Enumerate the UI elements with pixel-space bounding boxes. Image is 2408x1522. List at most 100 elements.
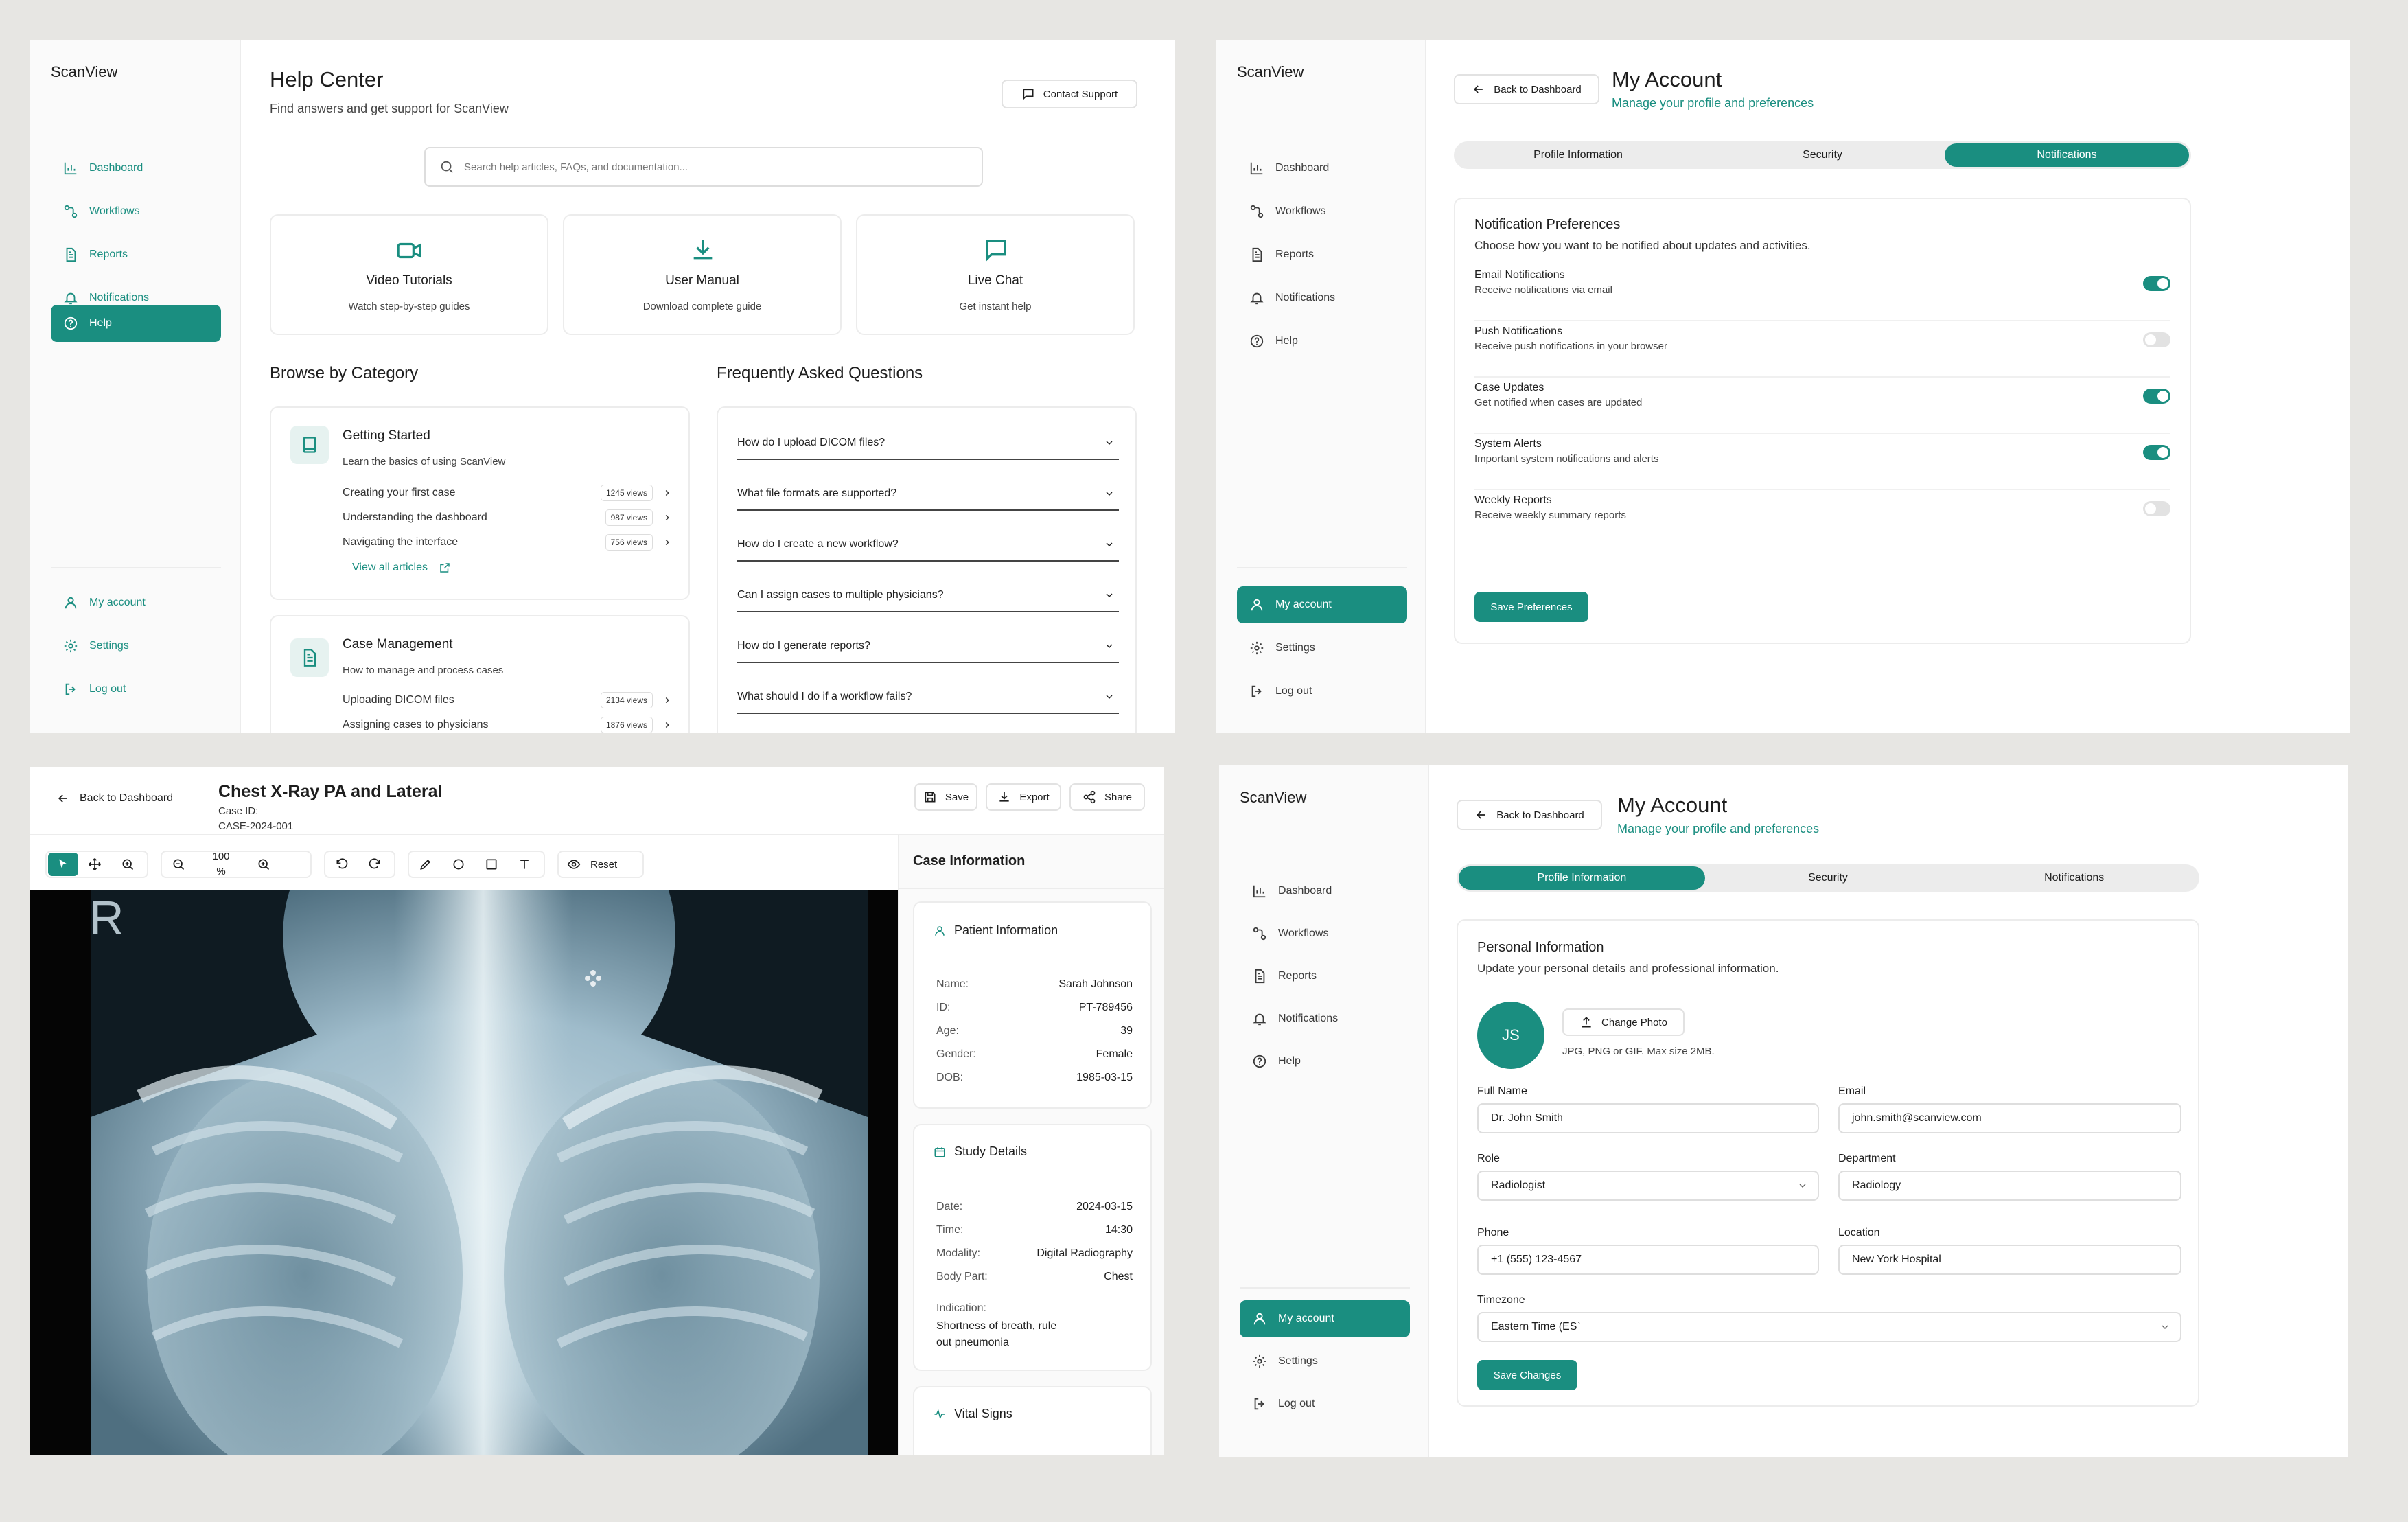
nav-logout[interactable]: Log out: [1237, 673, 1407, 710]
nav-reports[interactable]: Reports: [1237, 236, 1407, 273]
nav-settings[interactable]: Settings: [51, 627, 221, 665]
notification-toggle[interactable]: [2143, 332, 2170, 347]
save-changes-button[interactable]: Save Changes: [1477, 1360, 1577, 1390]
faq-item[interactable]: What should I do if a workflow fails?: [737, 681, 1119, 714]
workflow-icon: [1249, 204, 1264, 219]
tab-security[interactable]: Security: [1700, 143, 1945, 167]
nav-my-account[interactable]: My account: [1240, 1300, 1410, 1337]
nav-dashboard[interactable]: Dashboard: [1240, 873, 1410, 910]
notification-preferences-card: Notification Preferences Choose how you …: [1454, 198, 2191, 644]
logout-icon: [1249, 684, 1264, 699]
rotate-left-button[interactable]: [325, 852, 358, 877]
full-name-field[interactable]: Dr. John Smith: [1477, 1103, 1819, 1133]
role-select[interactable]: Radiologist: [1477, 1171, 1819, 1201]
email-field[interactable]: john.smith@scanview.com: [1838, 1103, 2181, 1133]
rectangle-tool[interactable]: [475, 852, 508, 877]
nav-workflows[interactable]: Workflows: [51, 193, 221, 230]
change-photo-button[interactable]: Change Photo: [1562, 1008, 1685, 1036]
back-to-dashboard-link[interactable]: Back to Dashboard: [56, 792, 173, 805]
faq-item[interactable]: How do I upload DICOM files?: [737, 427, 1119, 460]
zoom-tool[interactable]: [111, 852, 144, 877]
chevron-down-icon: [1104, 539, 1115, 550]
nav-settings[interactable]: Settings: [1237, 630, 1407, 667]
nav-notifications[interactable]: Notifications: [1237, 279, 1407, 316]
view-all-articles-link[interactable]: View all articles: [352, 562, 451, 574]
tab-profile-information[interactable]: Profile Information: [1459, 866, 1705, 890]
search-input[interactable]: [464, 161, 945, 173]
zoom-out-button[interactable]: [162, 852, 195, 877]
nav-dashboard[interactable]: Dashboard: [1237, 150, 1407, 187]
account-profile-panel: ScanView Dashboard Workflows Reports Not…: [1219, 765, 2348, 1457]
back-to-dashboard-button[interactable]: Back to Dashboard: [1454, 74, 1599, 104]
xray-image[interactable]: R: [30, 890, 898, 1455]
share-button[interactable]: Share: [1069, 783, 1145, 811]
notification-toggle[interactable]: [2143, 445, 2170, 460]
pointer-tool[interactable]: [48, 853, 78, 876]
faq-item[interactable]: Can I assign cases to multiple physician…: [737, 579, 1119, 612]
faq-item[interactable]: How do I generate reports?: [737, 630, 1119, 663]
notification-toggle[interactable]: [2143, 276, 2170, 291]
article-link[interactable]: Navigating the interface 756 views: [343, 534, 672, 551]
nav-notifications[interactable]: Notifications: [1240, 1000, 1410, 1037]
upload-icon: [1579, 1015, 1593, 1029]
faq-item[interactable]: How do I create a new workflow?: [737, 529, 1119, 562]
back-to-dashboard-button[interactable]: Back to Dashboard: [1457, 800, 1602, 830]
save-button[interactable]: Save: [914, 783, 977, 811]
browse-title: Browse by Category: [270, 364, 419, 382]
nav-help[interactable]: Help: [1237, 323, 1407, 360]
zoom-in-button[interactable]: [247, 852, 280, 877]
category-title: Case Management: [343, 637, 453, 652]
faq-item[interactable]: What file formats are supported?: [737, 478, 1119, 511]
nav-dashboard[interactable]: Dashboard: [51, 150, 221, 187]
nav-my-account[interactable]: My account: [1237, 586, 1407, 623]
workflow-icon: [1252, 926, 1267, 941]
export-button[interactable]: Export: [986, 783, 1061, 811]
logout-icon: [63, 682, 78, 697]
quick-card-live-chat[interactable]: Live Chat Get instant help: [856, 214, 1135, 335]
department-field[interactable]: Radiology: [1838, 1171, 2181, 1201]
nav-workflows[interactable]: Workflows: [1240, 915, 1410, 952]
nav-logout[interactable]: Log out: [1240, 1385, 1410, 1422]
nav-help[interactable]: Help: [1240, 1043, 1410, 1080]
save-preferences-button[interactable]: Save Preferences: [1474, 592, 1588, 622]
square-icon: [485, 857, 498, 871]
reset-button[interactable]: Reset: [557, 851, 644, 878]
phone-field[interactable]: +1 (555) 123-4567: [1477, 1245, 1819, 1275]
nav-settings[interactable]: Settings: [1240, 1343, 1410, 1380]
timezone-select[interactable]: Eastern Time (ES`: [1477, 1312, 2181, 1342]
nav-workflows[interactable]: Workflows: [1237, 193, 1407, 230]
nav-help[interactable]: Help: [51, 305, 221, 342]
draw-tool[interactable]: [409, 852, 442, 877]
video-icon: [396, 238, 422, 264]
account-tabs: Profile Information Security Notificatio…: [1457, 864, 2199, 892]
notification-toggle[interactable]: [2143, 501, 2170, 516]
notification-toggle[interactable]: [2143, 389, 2170, 404]
nav-logout[interactable]: Log out: [51, 671, 221, 708]
quick-card-user-manual[interactable]: User Manual Download complete guide: [563, 214, 842, 335]
quick-card-video-tutorials[interactable]: Video Tutorials Watch step-by-step guide…: [270, 214, 548, 335]
document-icon: [63, 247, 78, 262]
text-tool[interactable]: [508, 852, 541, 877]
location-field[interactable]: New York Hospital: [1838, 1245, 2181, 1275]
category-title: Getting Started: [343, 428, 430, 443]
circle-tool[interactable]: [442, 852, 475, 877]
notification-row: System Alerts Important system notificati…: [1474, 434, 2170, 490]
article-link[interactable]: Creating your first case 1245 views: [343, 485, 672, 501]
help-search[interactable]: [424, 147, 983, 187]
tab-security[interactable]: Security: [1705, 866, 1952, 890]
nav-reports[interactable]: Reports: [1240, 958, 1410, 995]
tab-profile-information[interactable]: Profile Information: [1456, 143, 1700, 167]
article-link[interactable]: Understanding the dashboard 987 views: [343, 509, 672, 526]
category-card-getting-started: Getting Started Learn the basics of usin…: [270, 406, 690, 600]
article-link[interactable]: Uploading DICOM files 2134 views: [343, 692, 672, 708]
notification-desc: Get notified when cases are updated: [1474, 397, 1643, 408]
rotate-right-button[interactable]: [358, 852, 391, 877]
article-link[interactable]: Assigning cases to physicians 1876 views: [343, 717, 672, 733]
nav-reports[interactable]: Reports: [51, 236, 221, 273]
section-desc: Update your personal details and profess…: [1477, 962, 1779, 975]
nav-my-account[interactable]: My account: [51, 584, 221, 621]
tab-notifications[interactable]: Notifications: [1945, 143, 2189, 167]
contact-support-button[interactable]: Contact Support: [1002, 80, 1137, 108]
pan-tool[interactable]: [78, 852, 111, 877]
tab-notifications[interactable]: Notifications: [1951, 866, 2197, 890]
